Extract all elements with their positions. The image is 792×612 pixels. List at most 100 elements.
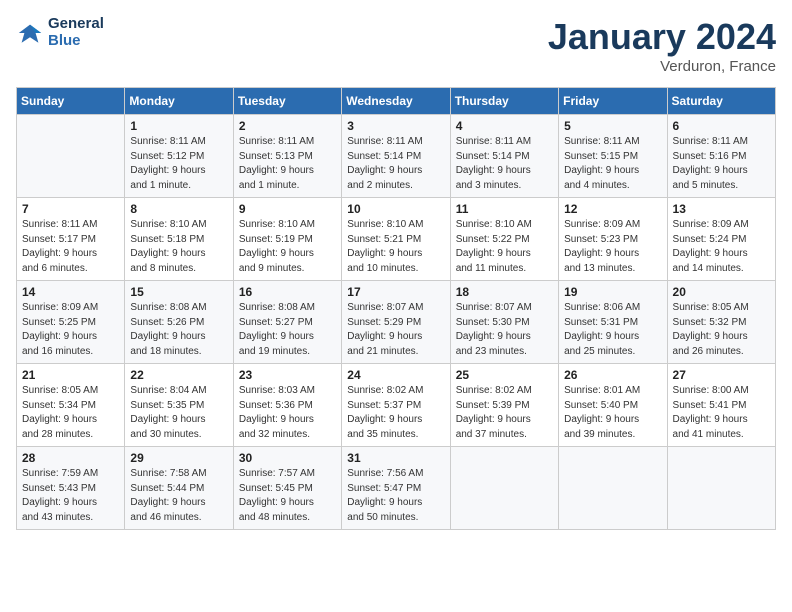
day-info: Sunrise: 8:10 AM Sunset: 5:19 PM Dayligh… — [239, 218, 336, 276]
calendar-cell: 28 Sunrise: 7:59 AM Sunset: 5:43 PM Dayli… — [17, 447, 125, 530]
day-number: 1 — [130, 119, 227, 133]
header: General Blue January 2024 Verduron, Fran… — [16, 16, 776, 75]
calendar-cell: 25 Sunrise: 8:02 AM Sunset: 5:39 PM Dayli… — [450, 364, 558, 447]
calendar-cell: 27 Sunrise: 8:00 AM Sunset: 5:41 PM Dayli… — [667, 364, 775, 447]
logo-line2: Blue — [48, 33, 104, 50]
calendar-header-row: SundayMondayTuesdayWednesdayThursdayFrid… — [17, 88, 776, 115]
day-number: 6 — [673, 119, 770, 133]
day-number: 10 — [347, 202, 444, 216]
calendar-cell: 2 Sunrise: 8:11 AM Sunset: 5:13 PM Daylig… — [233, 115, 341, 198]
day-number: 11 — [456, 202, 553, 216]
day-number: 15 — [130, 285, 227, 299]
day-number: 5 — [564, 119, 661, 133]
calendar-cell: 1 Sunrise: 8:11 AM Sunset: 5:12 PM Daylig… — [125, 115, 233, 198]
day-info: Sunrise: 8:11 AM Sunset: 5:16 PM Dayligh… — [673, 135, 770, 193]
day-number: 22 — [130, 368, 227, 382]
location: Verduron, France — [548, 58, 776, 75]
day-number: 23 — [239, 368, 336, 382]
day-header-wednesday: Wednesday — [342, 88, 450, 115]
day-info: Sunrise: 8:10 AM Sunset: 5:22 PM Dayligh… — [456, 218, 553, 276]
day-info: Sunrise: 8:09 AM Sunset: 5:25 PM Dayligh… — [22, 301, 119, 359]
day-info: Sunrise: 7:59 AM Sunset: 5:43 PM Dayligh… — [22, 467, 119, 525]
calendar-week-row: 28 Sunrise: 7:59 AM Sunset: 5:43 PM Dayli… — [17, 447, 776, 530]
day-number: 29 — [130, 451, 227, 465]
day-info: Sunrise: 8:11 AM Sunset: 5:15 PM Dayligh… — [564, 135, 661, 193]
day-number: 27 — [673, 368, 770, 382]
calendar-cell: 4 Sunrise: 8:11 AM Sunset: 5:14 PM Daylig… — [450, 115, 558, 198]
day-number: 19 — [564, 285, 661, 299]
day-number: 8 — [130, 202, 227, 216]
calendar-cell: 22 Sunrise: 8:04 AM Sunset: 5:35 PM Dayli… — [125, 364, 233, 447]
day-header-friday: Friday — [559, 88, 667, 115]
day-number: 25 — [456, 368, 553, 382]
calendar-cell: 16Sunrise: 8:08 AM Sunset: 5:27 PM Dayli… — [233, 281, 341, 364]
day-info: Sunrise: 8:07 AM Sunset: 5:29 PM Dayligh… — [347, 301, 444, 359]
day-number: 7 — [22, 202, 119, 216]
calendar-cell: 3Sunrise: 8:11 AM Sunset: 5:14 PM Daylig… — [342, 115, 450, 198]
calendar-cell: 24 Sunrise: 8:02 AM Sunset: 5:37 PM Dayli… — [342, 364, 450, 447]
calendar-cell: 9 Sunrise: 8:10 AM Sunset: 5:19 PM Daylig… — [233, 198, 341, 281]
day-number: 31 — [347, 451, 444, 465]
calendar-cell: 18Sunrise: 8:07 AM Sunset: 5:30 PM Dayli… — [450, 281, 558, 364]
day-info: Sunrise: 8:08 AM Sunset: 5:27 PM Dayligh… — [239, 301, 336, 359]
day-number: 20 — [673, 285, 770, 299]
day-number: 13 — [673, 202, 770, 216]
calendar-cell — [450, 447, 558, 530]
day-info: Sunrise: 7:57 AM Sunset: 5:45 PM Dayligh… — [239, 467, 336, 525]
logo-line1: General — [48, 16, 104, 33]
day-number: 28 — [22, 451, 119, 465]
day-info: Sunrise: 8:00 AM Sunset: 5:41 PM Dayligh… — [673, 384, 770, 442]
calendar-cell: 5 Sunrise: 8:11 AM Sunset: 5:15 PM Daylig… — [559, 115, 667, 198]
day-info: Sunrise: 8:01 AM Sunset: 5:40 PM Dayligh… — [564, 384, 661, 442]
day-info: Sunrise: 8:09 AM Sunset: 5:23 PM Dayligh… — [564, 218, 661, 276]
day-number: 4 — [456, 119, 553, 133]
day-info: Sunrise: 8:09 AM Sunset: 5:24 PM Dayligh… — [673, 218, 770, 276]
calendar-cell: 8 Sunrise: 8:10 AM Sunset: 5:18 PM Daylig… — [125, 198, 233, 281]
day-info: Sunrise: 8:07 AM Sunset: 5:30 PM Dayligh… — [456, 301, 553, 359]
day-info: Sunrise: 8:10 AM Sunset: 5:18 PM Dayligh… — [130, 218, 227, 276]
calendar-cell: 21Sunrise: 8:05 AM Sunset: 5:34 PM Dayli… — [17, 364, 125, 447]
calendar-cell: 26Sunrise: 8:01 AM Sunset: 5:40 PM Dayli… — [559, 364, 667, 447]
calendar-cell — [667, 447, 775, 530]
calendar-table: SundayMondayTuesdayWednesdayThursdayFrid… — [16, 87, 776, 530]
calendar-cell: 11 Sunrise: 8:10 AM Sunset: 5:22 PM Dayli… — [450, 198, 558, 281]
day-info: Sunrise: 8:04 AM Sunset: 5:35 PM Dayligh… — [130, 384, 227, 442]
day-number: 17 — [347, 285, 444, 299]
day-number: 30 — [239, 451, 336, 465]
day-info: Sunrise: 8:11 AM Sunset: 5:17 PM Dayligh… — [22, 218, 119, 276]
calendar-cell: 15Sunrise: 8:08 AM Sunset: 5:26 PM Dayli… — [125, 281, 233, 364]
calendar-cell: 31Sunrise: 7:56 AM Sunset: 5:47 PM Dayli… — [342, 447, 450, 530]
day-info: Sunrise: 8:05 AM Sunset: 5:34 PM Dayligh… — [22, 384, 119, 442]
calendar-cell: 30 Sunrise: 7:57 AM Sunset: 5:45 PM Dayli… — [233, 447, 341, 530]
calendar-cell — [17, 115, 125, 198]
day-header-thursday: Thursday — [450, 88, 558, 115]
calendar-cell: 14 Sunrise: 8:09 AM Sunset: 5:25 PM Dayli… — [17, 281, 125, 364]
day-info: Sunrise: 8:10 AM Sunset: 5:21 PM Dayligh… — [347, 218, 444, 276]
day-info: Sunrise: 8:02 AM Sunset: 5:37 PM Dayligh… — [347, 384, 444, 442]
day-info: Sunrise: 8:03 AM Sunset: 5:36 PM Dayligh… — [239, 384, 336, 442]
calendar-week-row: 21Sunrise: 8:05 AM Sunset: 5:34 PM Dayli… — [17, 364, 776, 447]
calendar-cell: 7 Sunrise: 8:11 AM Sunset: 5:17 PM Daylig… — [17, 198, 125, 281]
calendar-week-row: 7 Sunrise: 8:11 AM Sunset: 5:17 PM Daylig… — [17, 198, 776, 281]
day-header-saturday: Saturday — [667, 88, 775, 115]
day-number: 3 — [347, 119, 444, 133]
calendar-cell: 23 Sunrise: 8:03 AM Sunset: 5:36 PM Dayli… — [233, 364, 341, 447]
calendar-cell: 29 Sunrise: 7:58 AM Sunset: 5:44 PM Dayli… — [125, 447, 233, 530]
day-header-tuesday: Tuesday — [233, 88, 341, 115]
day-number: 14 — [22, 285, 119, 299]
day-number: 24 — [347, 368, 444, 382]
calendar-cell: 17 Sunrise: 8:07 AM Sunset: 5:29 PM Dayli… — [342, 281, 450, 364]
day-number: 2 — [239, 119, 336, 133]
day-info: Sunrise: 8:06 AM Sunset: 5:31 PM Dayligh… — [564, 301, 661, 359]
day-info: Sunrise: 8:11 AM Sunset: 5:12 PM Dayligh… — [130, 135, 227, 193]
day-info: Sunrise: 8:11 AM Sunset: 5:14 PM Dayligh… — [456, 135, 553, 193]
day-header-monday: Monday — [125, 88, 233, 115]
day-number: 9 — [239, 202, 336, 216]
calendar-body: 1 Sunrise: 8:11 AM Sunset: 5:12 PM Daylig… — [17, 115, 776, 530]
day-header-sunday: Sunday — [17, 88, 125, 115]
day-info: Sunrise: 8:11 AM Sunset: 5:13 PM Dayligh… — [239, 135, 336, 193]
day-info: Sunrise: 8:02 AM Sunset: 5:39 PM Dayligh… — [456, 384, 553, 442]
day-info: Sunrise: 7:58 AM Sunset: 5:44 PM Dayligh… — [130, 467, 227, 525]
calendar-cell: 20Sunrise: 8:05 AM Sunset: 5:32 PM Dayli… — [667, 281, 775, 364]
month-title: January 2024 — [548, 16, 776, 58]
